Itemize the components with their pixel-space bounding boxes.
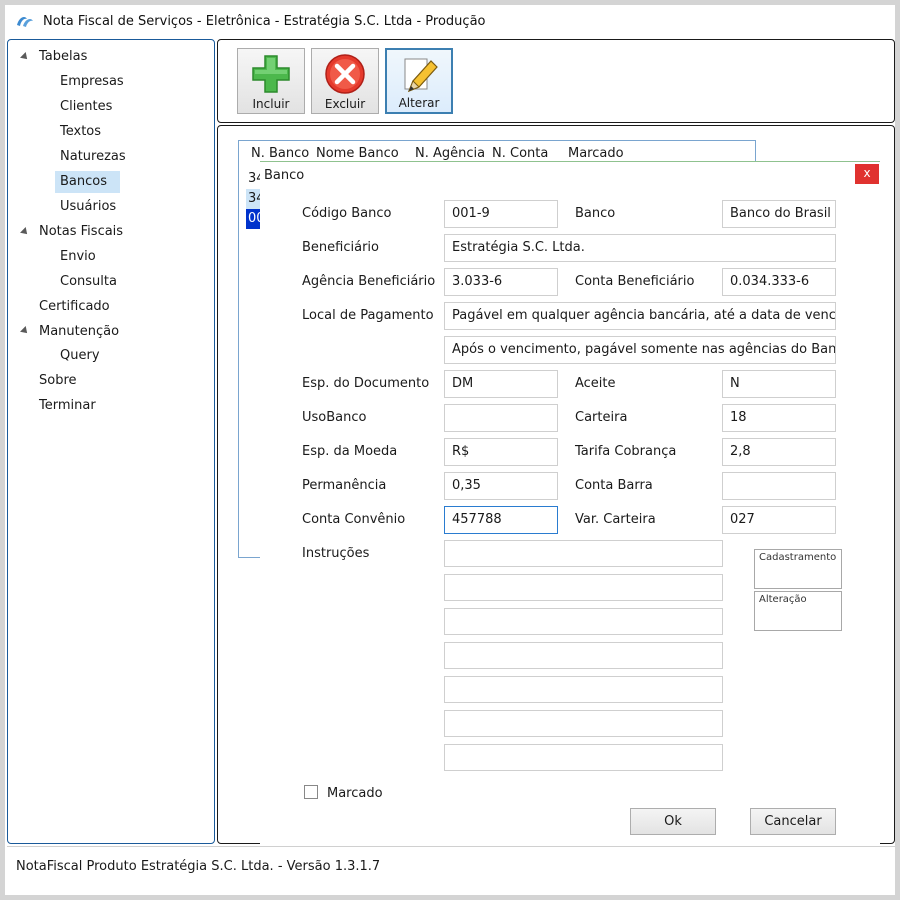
banco-dialog: [260, 161, 880, 845]
marcado-label: Marcado: [327, 786, 383, 801]
aceite-field[interactable]: N: [722, 370, 836, 398]
agencia-beneficiario-field[interactable]: 3.033-6: [444, 268, 558, 296]
tree-item-query[interactable]: Query: [55, 345, 105, 367]
banco-label: Banco: [575, 206, 616, 221]
carteira-field[interactable]: 18: [722, 404, 836, 432]
var-carteira-field[interactable]: 027: [722, 506, 836, 534]
title-bar: Nota Fiscal de Serviços - Eletrônica - E…: [5, 5, 895, 37]
aceite-label: Aceite: [575, 376, 616, 391]
local-pagamento-field-2[interactable]: Após o vencimento, pagável somente nas a…: [444, 336, 836, 364]
tree-item-envio[interactable]: Envio: [55, 246, 101, 268]
tree-item-usuarios[interactable]: Usuários: [55, 196, 121, 218]
alterar-label: Alterar: [398, 96, 440, 110]
tree-item-terminar[interactable]: Terminar: [34, 395, 101, 417]
esp-documento-label: Esp. do Documento: [302, 376, 430, 391]
edit-pencil-icon: [404, 58, 438, 93]
local-pagamento-field-1[interactable]: Pagável em qualquer agência bancária, at…: [444, 302, 836, 330]
conta-barra-label: Conta Barra: [575, 478, 653, 493]
excluir-label: Excluir: [324, 97, 366, 111]
tree-item-empresas[interactable]: Empresas: [55, 71, 129, 93]
excluir-button[interactable]: Excluir: [311, 48, 379, 114]
tree-item-notas-fiscais[interactable]: Notas Fiscais: [34, 221, 128, 243]
conta-beneficiario-field[interactable]: 0.034.333-6: [722, 268, 836, 296]
conta-convenio-field[interactable]: 457788: [444, 506, 558, 534]
marcado-checkbox[interactable]: [304, 785, 318, 799]
esp-moeda-label: Esp. da Moeda: [302, 444, 398, 459]
instrucoes-label: Instruções: [302, 546, 370, 561]
tree-item-naturezas[interactable]: Naturezas: [55, 146, 131, 168]
instrucoes-field-4[interactable]: [444, 642, 723, 669]
window-title: Nota Fiscal de Serviços - Eletrônica - E…: [43, 13, 486, 29]
table-row[interactable]: 00: [246, 209, 260, 229]
uso-banco-label: UsoBanco: [302, 410, 367, 425]
tarifa-cobranca-label: Tarifa Cobrança: [575, 444, 677, 459]
instrucoes-field-7[interactable]: [444, 744, 723, 771]
ok-button[interactable]: Ok: [630, 808, 716, 835]
app-logo-icon: [17, 17, 33, 27]
cancelar-button[interactable]: Cancelar: [750, 808, 836, 835]
banco-field[interactable]: Banco do Brasil: [722, 200, 836, 228]
tree-item-bancos[interactable]: Bancos: [55, 171, 120, 193]
delete-icon: [325, 54, 365, 94]
alterar-button[interactable]: Alterar: [385, 48, 453, 114]
instrucoes-field-6[interactable]: [444, 710, 723, 737]
close-icon[interactable]: x: [855, 164, 879, 184]
dialog-title: Banco: [264, 168, 305, 183]
tree-item-tabelas[interactable]: Tabelas: [34, 46, 92, 68]
cadastramento-box: Cadastramento: [754, 549, 842, 589]
instrucoes-field-2[interactable]: [444, 574, 723, 601]
esp-moeda-field[interactable]: R$: [444, 438, 558, 466]
carteira-label: Carteira: [575, 410, 628, 425]
instrucoes-field-1[interactable]: [444, 540, 723, 567]
tree-item-clientes[interactable]: Clientes: [55, 96, 117, 118]
tree-item-sobre[interactable]: Sobre: [34, 370, 82, 392]
tree-item-certificado[interactable]: Certificado: [34, 296, 115, 318]
table-row[interactable]: 34: [246, 189, 260, 209]
permanencia-label: Permanência: [302, 478, 387, 493]
codigo-banco-field[interactable]: 001-9: [444, 200, 558, 228]
var-carteira-label: Var. Carteira: [575, 512, 656, 527]
instrucoes-field-3[interactable]: [444, 608, 723, 635]
instrucoes-field-5[interactable]: [444, 676, 723, 703]
agencia-beneficiario-label: Agência Beneficiário: [302, 274, 436, 289]
incluir-label: Incluir: [252, 97, 290, 111]
beneficiario-field[interactable]: Estratégia S.C. Ltda.: [444, 234, 836, 262]
tree-item-consulta[interactable]: Consulta: [55, 271, 122, 293]
conta-barra-field[interactable]: [722, 472, 836, 500]
codigo-banco-label: Código Banco: [302, 206, 392, 221]
uso-banco-field[interactable]: [444, 404, 558, 432]
esp-documento-field[interactable]: DM: [444, 370, 558, 398]
plus-icon: [252, 55, 290, 93]
permanencia-field[interactable]: 0,35: [444, 472, 558, 500]
table-row[interactable]: 34: [246, 169, 260, 189]
incluir-button[interactable]: Incluir: [237, 48, 305, 114]
beneficiario-label: Beneficiário: [302, 240, 379, 255]
conta-beneficiario-label: Conta Beneficiário: [575, 274, 695, 289]
local-pagamento-label: Local de Pagamento: [302, 308, 434, 323]
tarifa-cobranca-field[interactable]: 2,8: [722, 438, 836, 466]
conta-convenio-label: Conta Convênio: [302, 512, 406, 527]
status-bar: NotaFiscal Produto Estratégia S.C. Ltda.…: [7, 846, 895, 886]
tree-item-manutencao[interactable]: Manutenção: [34, 321, 124, 343]
tree-item-textos[interactable]: Textos: [55, 121, 106, 143]
alteracao-box: Alteração: [754, 591, 842, 631]
